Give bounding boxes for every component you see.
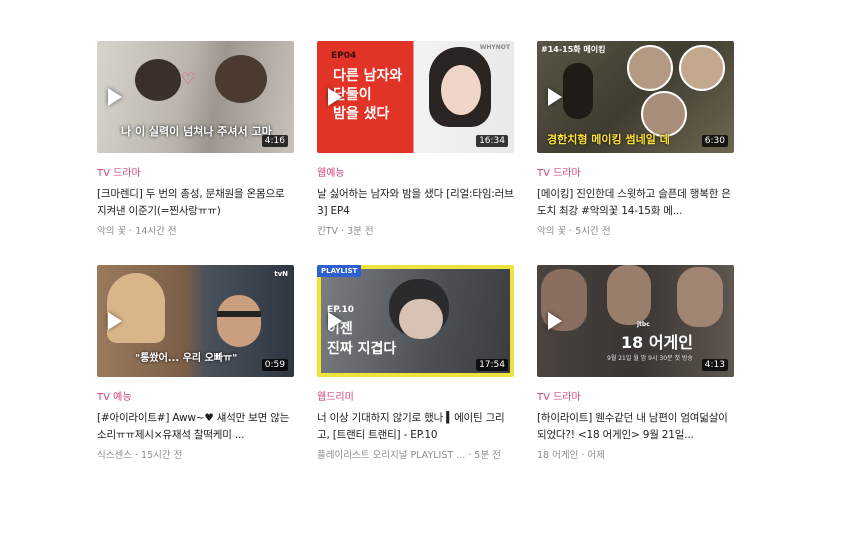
channel-logo: tvN bbox=[274, 270, 288, 278]
play-icon[interactable] bbox=[328, 312, 342, 330]
video-title[interactable]: [#아이라이트#] Aww~♥ 섀석만 보면 않는 소리ㅠㅠ제시×유재석 찰떡케… bbox=[97, 410, 295, 444]
video-card[interactable]: #14-15화 메이킹 경한치형 메이킹 썸네일 데 6:30 TV 드라마 [… bbox=[537, 41, 735, 239]
thumbnail-headline: 경한치형 메이킹 썸네일 데 bbox=[547, 133, 670, 146]
episode-tag: EP04 bbox=[331, 51, 357, 61]
video-meta: 18 어게인 · 어제 bbox=[537, 450, 605, 461]
person-shape bbox=[135, 59, 181, 101]
video-meta: 악의 꽃 · 14시간 전 bbox=[97, 226, 177, 237]
play-icon[interactable] bbox=[108, 88, 122, 106]
video-title[interactable]: [하이라이트] 웬수같던 내 남편이 엄여덟살이 되었다?! <18 어게인> … bbox=[537, 410, 735, 444]
category-label[interactable]: TV 드라마 bbox=[537, 167, 735, 181]
video-thumbnail[interactable]: #14-15화 메이킹 경한치형 메이킹 썸네일 데 6:30 bbox=[537, 41, 734, 153]
thumbnail-caption: 나 이 실력이 넘쳐나 주셔서 고마 bbox=[121, 125, 272, 138]
thumbnail-caption: "통쐈어... 우리 오빠ㅠ" bbox=[135, 353, 238, 364]
video-thumbnail[interactable]: PLAYLIST EP.10 이젠 진짜 지겹다 17:54 bbox=[317, 265, 514, 377]
person-shape bbox=[677, 267, 723, 327]
glasses-shape bbox=[217, 311, 261, 317]
video-meta: 킨TV · 3분 전 bbox=[317, 226, 374, 237]
category-label[interactable]: 웹드리미 bbox=[317, 391, 515, 405]
person-face-shape bbox=[441, 65, 481, 115]
category-label[interactable]: TV 예능 bbox=[97, 391, 295, 405]
video-meta: 플레이리스트 오리지널 PLAYLIST ... · 5분 전 bbox=[317, 450, 501, 461]
person-shape bbox=[563, 63, 593, 119]
episode-tag: #14-15화 메이킹 bbox=[541, 45, 606, 54]
duration-badge: 16:34 bbox=[476, 135, 508, 147]
category-label[interactable]: TV 드라마 bbox=[97, 167, 295, 181]
video-title[interactable]: [크마렌디] 두 번의 총성, 문채원을 온몸으로 지켜낸 이준기(=찐사랑ㅠㅠ… bbox=[97, 186, 295, 220]
video-meta: 식스센스 · 15시간 전 bbox=[97, 450, 183, 461]
video-card[interactable]: "통쐈어... 우리 오빠ㅠ" tvN 0:59 TV 예능 [#아이라이트#]… bbox=[97, 265, 295, 463]
video-thumbnail[interactable]: 18 어게인 jtbc 9월 21일 월 밤 9시 30분 첫 방송 4:13 bbox=[537, 265, 734, 377]
playlist-badge: PLAYLIST bbox=[317, 265, 362, 277]
video-card[interactable]: 18 어게인 jtbc 9월 21일 월 밤 9시 30분 첫 방송 4:13 … bbox=[537, 265, 735, 463]
headline-line: 다른 남자와 bbox=[333, 68, 403, 84]
person-face-shape bbox=[399, 299, 443, 339]
video-thumbnail[interactable]: EP04 다른 남자와 단둘이 밤을 샜다 WHYNOT 16:34 bbox=[317, 41, 514, 153]
headline-line: 밤을 샜다 bbox=[333, 106, 390, 122]
category-label[interactable]: 웹예능 bbox=[317, 167, 515, 181]
headline-line: 진짜 지겹다 bbox=[327, 341, 397, 357]
video-card[interactable]: PLAYLIST EP.10 이젠 진짜 지겹다 17:54 웹드리미 너 이상… bbox=[317, 265, 515, 463]
video-thumbnail[interactable]: ♡ 나 이 실력이 넘쳐나 주셔서 고마 4:16 bbox=[97, 41, 294, 153]
thumbnail-headline: 18 어게인 bbox=[621, 333, 693, 352]
duration-badge: 17:54 bbox=[476, 359, 508, 371]
play-icon[interactable] bbox=[108, 312, 122, 330]
channel-logo: WHYNOT bbox=[479, 44, 510, 51]
broadcast-info: 9월 21일 월 밤 9시 30분 첫 방송 bbox=[607, 355, 693, 362]
person-bubble bbox=[679, 45, 725, 91]
video-meta: 악의 꽃 · 5시간 전 bbox=[537, 226, 611, 237]
category-label[interactable]: TV 드라마 bbox=[537, 391, 735, 405]
video-card[interactable]: ♡ 나 이 실력이 넘쳐나 주셔서 고마 4:16 TV 드라마 [크마렌디] … bbox=[97, 41, 295, 239]
play-icon[interactable] bbox=[548, 88, 562, 106]
person-bubble bbox=[627, 45, 673, 91]
channel-logo: jtbc bbox=[637, 321, 650, 328]
headline-line: 단둘이 bbox=[333, 87, 372, 103]
video-title[interactable]: 날 싫어하는 남자와 밤을 샜다 [리얼:타임:러브 3] EP4 bbox=[317, 186, 515, 220]
play-icon[interactable] bbox=[548, 312, 562, 330]
person-shape bbox=[607, 265, 651, 325]
video-card[interactable]: EP04 다른 남자와 단둘이 밤을 샜다 WHYNOT 16:34 웹예능 날… bbox=[317, 41, 515, 239]
thumbnail-headline: 다른 남자와 단둘이 밤을 샜다 bbox=[333, 67, 402, 124]
video-title[interactable]: [메이킹] 진인한데 스윗하고 슬픈데 행복한 은 도치 최강 #악의꽃 14-… bbox=[537, 186, 735, 220]
video-thumbnail[interactable]: "통쐈어... 우리 오빠ㅠ" tvN 0:59 bbox=[97, 265, 294, 377]
person-shape bbox=[217, 295, 261, 347]
duration-badge: 0:59 bbox=[261, 359, 288, 371]
duration-badge: 6:30 bbox=[701, 135, 728, 147]
duration-badge: 4:16 bbox=[261, 135, 288, 147]
duration-badge: 4:13 bbox=[701, 359, 728, 371]
play-icon[interactable] bbox=[328, 88, 342, 106]
video-title[interactable]: 너 이상 기대하지 않기로 했나 ▍에이틴 그리고, [트랜티 트랜티] - E… bbox=[317, 410, 515, 444]
person-shape bbox=[107, 273, 165, 343]
heart-icon: ♡ bbox=[181, 69, 196, 88]
person-shape bbox=[215, 55, 267, 103]
